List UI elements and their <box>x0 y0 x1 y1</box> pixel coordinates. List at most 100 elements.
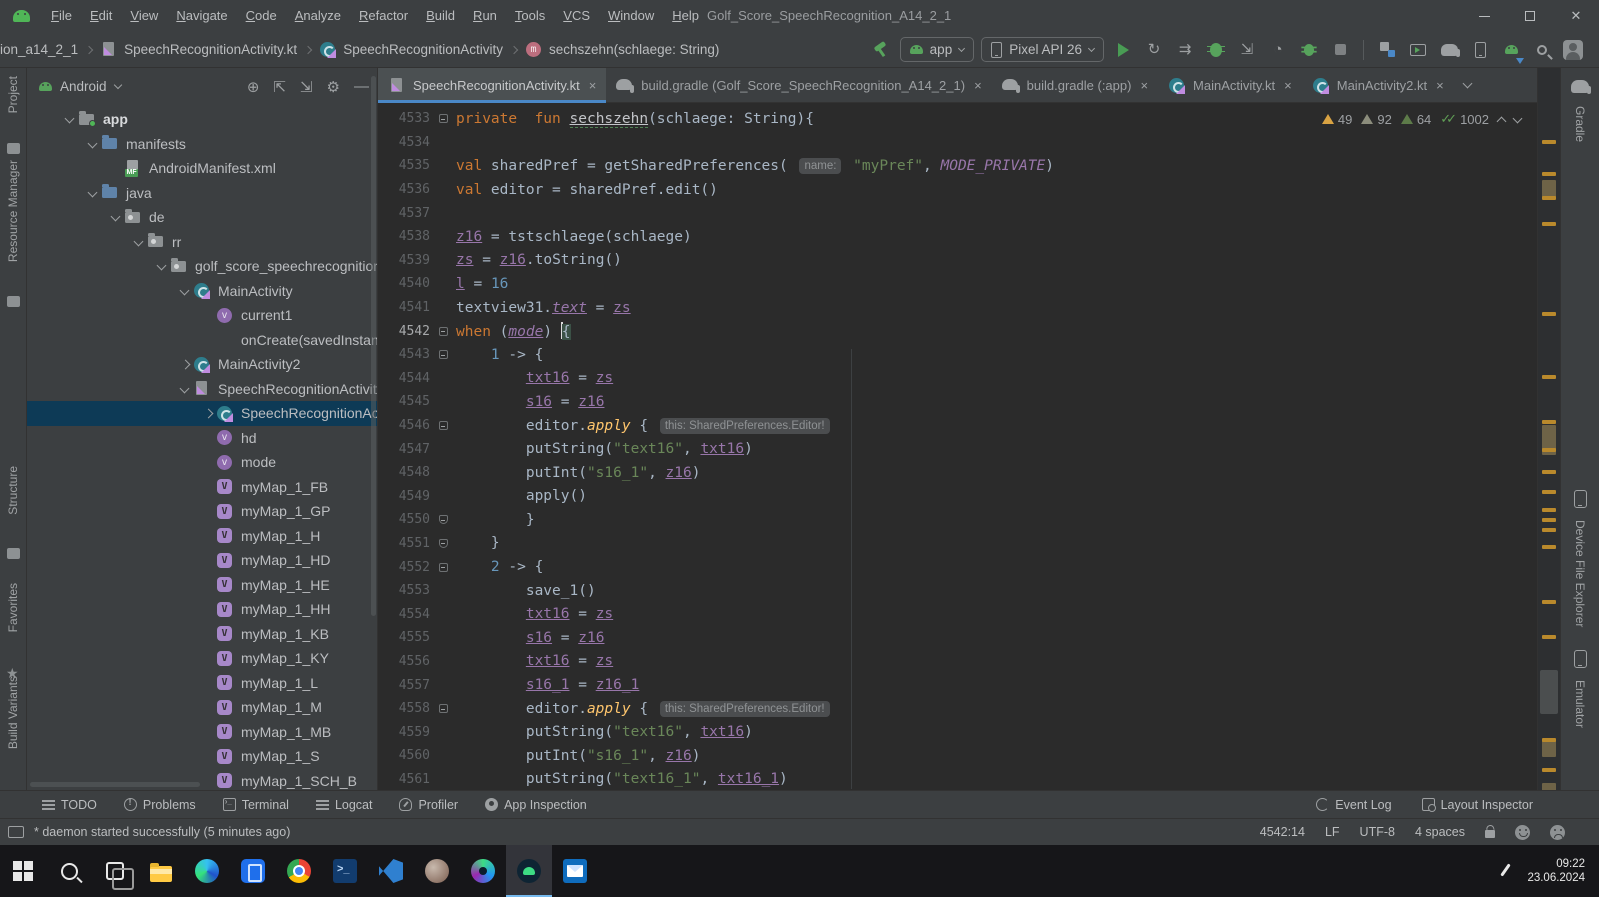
editor-tab[interactable]: SpeechRecognitionActivity.kt× <box>378 68 606 102</box>
tree-item-mymap_1_fb[interactable]: VmyMap_1_FB <box>27 475 377 500</box>
code-editor[interactable]: 4533private fun sechszehn(schlaege: Stri… <box>378 103 1537 790</box>
taskbar-icon-emulator[interactable] <box>506 845 552 897</box>
tree-horizontal-scrollbar[interactable] <box>30 782 200 787</box>
sidebar-stripe-gradle[interactable]: Gradle <box>1573 106 1587 142</box>
code-line[interactable]: 4539zs = z16.toString() <box>378 249 1537 273</box>
taskbar-clock[interactable]: 09:22 23.06.2024 <box>1527 857 1585 885</box>
warning-stripe-mark[interactable] <box>1542 490 1556 494</box>
warning-stripe-mark[interactable] <box>1542 448 1556 452</box>
editor-tab[interactable]: MainActivity.kt× <box>1158 68 1302 102</box>
code-line[interactable]: 4558 editor.apply { this: SharedPreferen… <box>378 697 1537 721</box>
tab-close-icon[interactable]: × <box>974 78 982 93</box>
tool-window-toggle-icon[interactable] <box>8 826 24 838</box>
tree-item-mymap_1_he[interactable]: VmyMap_1_HE <box>27 573 377 598</box>
stop-button[interactable] <box>1328 38 1352 62</box>
warning-stripe-mark[interactable] <box>1542 545 1556 549</box>
tree-chevron-open-icon[interactable] <box>85 136 101 152</box>
editor-error-stripe[interactable] <box>1537 68 1560 790</box>
tree-item-androidmanifest.xml[interactable]: AndroidManifest.xml <box>27 156 377 181</box>
taskbar-icon-edge[interactable] <box>184 845 230 897</box>
tool-window-button-profiler[interactable]: Profiler <box>399 798 458 812</box>
user-avatar[interactable] <box>1561 38 1585 62</box>
tree-item-golf_score_speechrecognition_a[interactable]: golf_score_speechrecognition_a <box>27 254 377 279</box>
tree-chevron-open-icon[interactable] <box>154 258 170 274</box>
code-line[interactable]: 4554 txt16 = zs <box>378 602 1537 626</box>
tree-item-mymap_1_l[interactable]: VmyMap_1_L <box>27 671 377 696</box>
tree-chevron-closed-icon[interactable] <box>177 356 193 372</box>
code-line[interactable]: 4540l = 16 <box>378 272 1537 296</box>
sidebar-stripe-emulator[interactable]: Emulator <box>1573 680 1587 728</box>
restart-activity-button[interactable]: ↻ <box>1142 38 1166 62</box>
taskbar-icon-search[interactable] <box>46 845 92 897</box>
profile-restart-button[interactable] <box>1297 38 1321 62</box>
taskbar-icon-outlook[interactable] <box>552 845 598 897</box>
tree-chevron-open-icon[interactable] <box>85 185 101 201</box>
menu-item-vcs[interactable]: VCS <box>554 0 599 32</box>
fold-marker-icon[interactable] <box>430 421 456 430</box>
close-button[interactable]: ✕ <box>1553 0 1599 32</box>
tool-window-button-app-inspection[interactable]: App Inspection <box>485 798 587 812</box>
tree-chevron-closed-icon[interactable] <box>200 405 216 421</box>
warning-stripe-mark[interactable] <box>1542 420 1556 424</box>
code-line[interactable]: 4535val sharedPref = getSharedPreference… <box>378 154 1537 178</box>
taskbar-icon-putty[interactable] <box>322 845 368 897</box>
code-line[interactable]: 4538z16 = tstschlaege(schlaege) <box>378 225 1537 249</box>
code-line[interactable]: 4541textview31.text = zs <box>378 296 1537 320</box>
run-button[interactable] <box>1111 38 1135 62</box>
fold-marker-icon[interactable] <box>430 515 456 524</box>
tree-item-mainactivity2[interactable]: MainActivity2 <box>27 352 377 377</box>
code-line[interactable]: 4544 txt16 = zs <box>378 367 1537 391</box>
code-line[interactable]: 4555 s16 = z16 <box>378 626 1537 650</box>
editor-tab[interactable]: build.gradle (Golf_Score_SpeechRecogniti… <box>606 68 991 102</box>
warning-stripe-mark[interactable] <box>1542 172 1556 176</box>
sidebar-stripe-favorites[interactable]: Favorites <box>6 583 20 632</box>
taskbar-icon-start[interactable] <box>0 845 46 897</box>
attach-debugger-button[interactable]: ⇲ <box>1235 38 1259 62</box>
menu-item-analyze[interactable]: Analyze <box>286 0 350 32</box>
tree-item-mode[interactable]: vmode <box>27 450 377 475</box>
tree-chevron-open-icon[interactable] <box>62 111 78 127</box>
hidden-tabs-chevron-icon[interactable] <box>1454 68 1481 102</box>
breadcrumb-item[interactable]: ion_a14_2_1 <box>0 42 78 57</box>
warning-stripe-mark[interactable] <box>1542 508 1556 512</box>
tree-item-current1[interactable]: vcurrent1 <box>27 303 377 328</box>
tool-window-button-terminal[interactable]: Terminal <box>223 798 289 812</box>
taskbar-icon-androidstudio[interactable] <box>460 845 506 897</box>
run-config-dropdown[interactable]: app <box>900 37 975 62</box>
warning-stripe-mark[interactable] <box>1542 470 1556 474</box>
maximize-button[interactable] <box>1507 0 1553 32</box>
unlock-icon[interactable] <box>1485 830 1495 838</box>
tree-item-mymap_1_h[interactable]: VmyMap_1_H <box>27 524 377 549</box>
sidebar-stripe-resource-manager[interactable]: Resource Manager <box>6 160 20 262</box>
tree-item-app[interactable]: app <box>27 107 377 132</box>
sidebar-stripe-structure[interactable]: Structure <box>6 466 20 515</box>
tree-item-mymap_1_gp[interactable]: VmyMap_1_GP <box>27 499 377 524</box>
code-line[interactable]: 4551 } <box>378 532 1537 556</box>
tree-item-speechrecognitionactivi[interactable]: SpeechRecognitionActivi <box>27 401 377 426</box>
device-manager-button[interactable] <box>1375 38 1399 62</box>
code-line[interactable]: 4542when (mode) { <box>378 319 1537 343</box>
code-line[interactable]: 4561 putString("text16_1", txt16_1) <box>378 768 1537 790</box>
sidebar-stripe-device-file-explorer[interactable]: Device File Explorer <box>1573 520 1587 627</box>
menu-item-help[interactable]: Help <box>663 0 708 32</box>
menu-item-tools[interactable]: Tools <box>506 0 554 32</box>
code-line[interactable]: 4550 } <box>378 508 1537 532</box>
code-line[interactable]: 4537 <box>378 201 1537 225</box>
sdk-manager-button[interactable] <box>1499 38 1523 62</box>
warning-stripe-mark[interactable] <box>1542 375 1556 379</box>
tool-window-button-problems[interactable]: Problems <box>124 798 196 812</box>
device-mirror-button[interactable] <box>1468 38 1492 62</box>
collapse-all-icon[interactable]: ⇲ <box>300 78 313 96</box>
line-ending-indicator[interactable]: LF <box>1325 825 1340 839</box>
tree-vertical-scrollbar[interactable] <box>371 76 376 616</box>
tab-close-icon[interactable]: × <box>589 78 597 93</box>
taskbar-icon-gimp[interactable] <box>414 845 460 897</box>
warning-stripe-mark[interactable] <box>1542 312 1556 316</box>
menu-item-code[interactable]: Code <box>237 0 286 32</box>
code-line[interactable]: 4543 1 -> { <box>378 343 1537 367</box>
tree-item-speechrecognitionactivity.k[interactable]: SpeechRecognitionActivity.k <box>27 377 377 402</box>
breadcrumb-item[interactable]: SpeechRecognitionActivity.kt <box>100 41 297 58</box>
expand-all-icon[interactable]: ⇱ <box>273 78 286 96</box>
editor-tab[interactable]: build.gradle (:app)× <box>992 68 1158 102</box>
sidebar-stripe-project[interactable]: Project <box>6 76 20 113</box>
